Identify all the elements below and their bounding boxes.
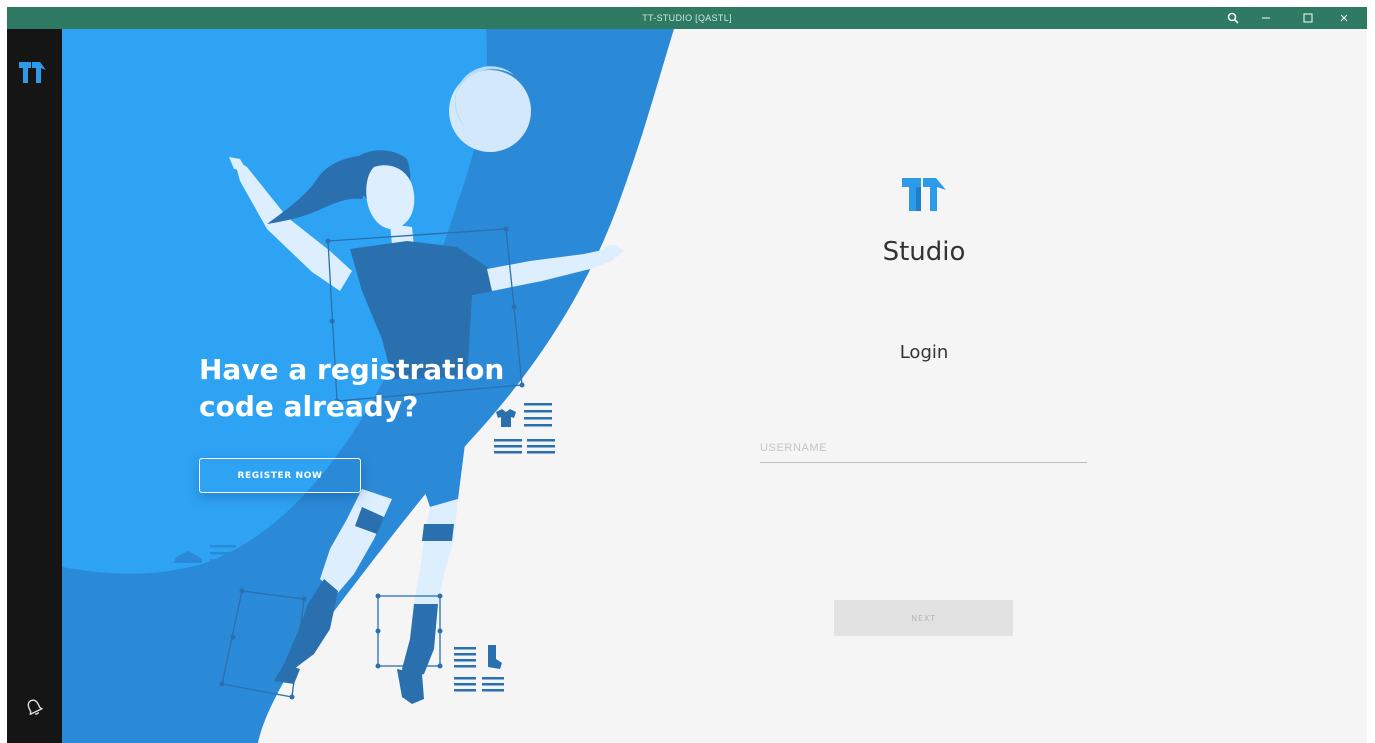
app-window: TT-STUDIO [QASTL] Have a registration co… (7, 7, 1367, 743)
minimize-icon[interactable] (1251, 7, 1281, 29)
login-title: Login (899, 342, 949, 363)
registration-heading: Have a registration code already? (199, 353, 505, 423)
hero-panel: Have a registration code already? REGIST… (62, 29, 1367, 743)
bell-icon[interactable] (23, 696, 45, 718)
next-button[interactable]: NEXT (834, 600, 1013, 636)
register-now-button[interactable]: REGISTER NOW (199, 458, 361, 493)
tt-logo-icon[interactable] (17, 59, 49, 85)
sidebar (7, 29, 62, 743)
title-bar: TT-STUDIO [QASTL] (7, 7, 1367, 29)
window-title: TT-STUDIO [QASTL] (642, 13, 732, 23)
studio-logo-icon (900, 175, 948, 213)
close-icon[interactable] (1329, 7, 1359, 29)
username-input[interactable] (760, 434, 1087, 463)
app-name: Studio (882, 237, 966, 267)
search-icon[interactable] (1218, 7, 1248, 29)
maximize-icon[interactable] (1293, 7, 1323, 29)
